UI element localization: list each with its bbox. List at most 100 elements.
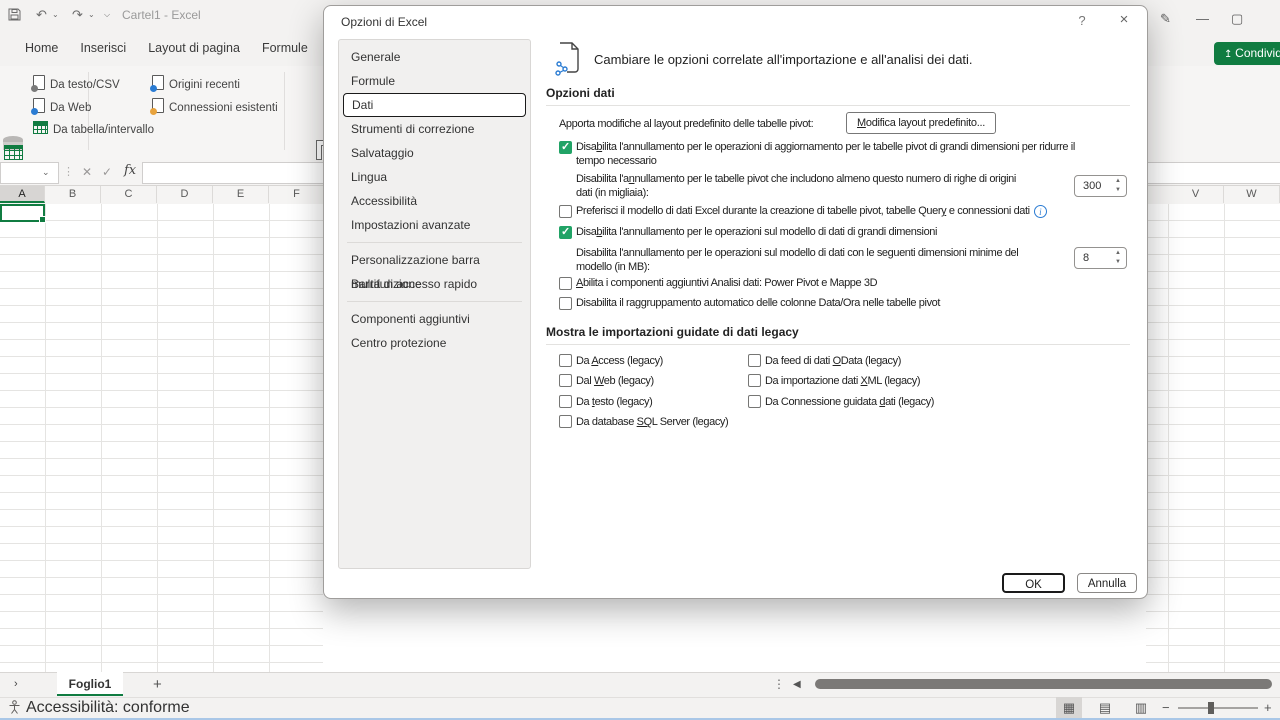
zoom-out-icon[interactable]: − — [1162, 697, 1170, 718]
spinner-value[interactable]: 300 — [1083, 176, 1101, 196]
column-header-v[interactable]: V — [1168, 186, 1224, 203]
selected-cell-a1[interactable] — [0, 204, 45, 222]
sidebar-item-impostazioni-avanzate[interactable]: Impostazioni avanzate — [339, 213, 530, 237]
checkbox-label: Disabilita il raggruppamento automatico … — [576, 296, 940, 310]
sidebar-item-lingua[interactable]: Lingua — [339, 165, 530, 189]
redo-dropdown-icon[interactable]: ⌄ — [88, 0, 95, 30]
spinner-up-icon[interactable]: ▲ — [1115, 249, 1121, 258]
legacy-option[interactable]: Dal Web (legacy) — [559, 372, 759, 392]
sheet-nav-icon[interactable]: › — [14, 672, 18, 697]
legacy-option[interactable]: Da feed di dati OData (legacy) — [748, 352, 1008, 372]
checkbox[interactable] — [559, 415, 572, 428]
horizontal-scrollbar[interactable] — [815, 679, 1272, 689]
checkbox-prefer-data-model[interactable] — [559, 205, 572, 218]
confirm-entry-icon[interactable]: ✓ — [102, 162, 112, 182]
legacy-option[interactable]: Da importazione dati XML (legacy) — [748, 372, 1008, 392]
checkbox-disable-undo-refresh[interactable] — [559, 141, 572, 154]
column-header-a[interactable]: A — [0, 186, 45, 203]
undo-icon[interactable]: ↶ — [36, 0, 47, 30]
checkbox[interactable] — [559, 395, 572, 408]
qat-customize-icon[interactable]: ⌵ — [104, 0, 110, 30]
data-model-size-spinner[interactable]: 8 ▲ ▼ — [1074, 247, 1127, 269]
name-box[interactable] — [0, 162, 59, 184]
column-header-b[interactable]: B — [45, 186, 101, 203]
page-layout-view-icon[interactable]: ▤ — [1092, 697, 1118, 718]
sidebar-item-formule[interactable]: Formule — [339, 69, 530, 93]
column-header-d[interactable]: D — [157, 186, 213, 203]
existing-connections-button[interactable]: Connessioni esistenti — [152, 98, 278, 114]
checkbox-disable-undo-data-model[interactable] — [559, 226, 572, 239]
checkbox[interactable] — [748, 395, 761, 408]
redo-icon[interactable]: ↷ — [72, 0, 83, 30]
sidebar-item-dati[interactable]: Dati — [343, 93, 526, 117]
spinner-up-icon[interactable]: ▲ — [1115, 177, 1121, 186]
legacy-option[interactable]: Da testo (legacy) — [559, 393, 759, 413]
zoom-in-icon[interactable]: + — [1264, 697, 1272, 718]
ribbon-tab-formule[interactable]: Formule — [262, 30, 308, 66]
maximize-icon[interactable]: ▢ — [1231, 10, 1243, 28]
from-web-button[interactable]: Da Web — [33, 98, 91, 114]
checkbox[interactable] — [748, 354, 761, 367]
zoom-slider-track[interactable] — [1178, 707, 1258, 709]
ok-button[interactable]: OK — [1002, 573, 1065, 593]
column-header-w[interactable]: W — [1224, 186, 1280, 203]
formula-bar-handle[interactable]: ⋮ — [63, 162, 74, 182]
from-table-range-button[interactable]: Da tabella/intervallo — [33, 121, 154, 136]
cancel-entry-icon[interactable]: ✕ — [82, 162, 92, 182]
normal-view-icon[interactable]: ▦ — [1056, 697, 1082, 718]
connections-icon — [152, 98, 164, 113]
sidebar-item-centro-protezione[interactable]: Centro protezione — [339, 331, 530, 355]
name-box-dropdown-icon[interactable]: ⌄ — [42, 162, 50, 182]
sidebar-divider — [347, 301, 522, 302]
column-header-c[interactable]: C — [101, 186, 157, 203]
zoom-slider-thumb[interactable] — [1208, 702, 1214, 714]
page-break-view-icon[interactable]: ▥ — [1128, 697, 1154, 718]
ribbon-tab-home[interactable]: Home — [25, 30, 58, 66]
checkbox-enable-data-analysis-addins[interactable] — [559, 277, 572, 290]
info-icon[interactable]: i — [1034, 205, 1047, 218]
sidebar-item-personalizzazione-barra-multifunzione[interactable]: Personalizzazione barra multifunzione — [339, 248, 530, 272]
status-bar — [0, 697, 1280, 719]
legacy-option[interactable]: Da Connessione guidata dati (legacy) — [748, 393, 1008, 413]
spinner-down-icon[interactable]: ▼ — [1115, 258, 1121, 267]
splitter-handle[interactable]: ⋮ — [773, 672, 785, 697]
legacy-option[interactable]: Da database SQL Server (legacy) — [559, 413, 759, 433]
checkbox-disable-datetime-grouping[interactable] — [559, 297, 572, 310]
add-sheet-button[interactable]: + — [153, 672, 162, 697]
pivot-rows-spinner[interactable]: 300 ▲ ▼ — [1074, 175, 1127, 197]
undo-dropdown-icon[interactable]: ⌄ — [52, 0, 59, 30]
scroll-left-icon[interactable]: ◀ — [793, 672, 801, 697]
dialog-close-button[interactable]: × — [1115, 11, 1133, 28]
checkbox[interactable] — [559, 374, 572, 387]
sidebar-item-barra-di-accesso-rapido[interactable]: Barra di accesso rapido — [339, 272, 530, 296]
worksheet-grid[interactable] — [1146, 204, 1280, 672]
checkbox[interactable] — [559, 354, 572, 367]
ribbon-tab-layout-di-pagina[interactable]: Layout di pagina — [148, 30, 240, 66]
checkbox[interactable] — [748, 374, 761, 387]
modify-default-layout-button[interactable]: Modifica layout predefinito... — [846, 112, 996, 134]
draw-icon[interactable]: ✎ — [1160, 10, 1171, 28]
insert-function-button[interactable]: fx — [124, 161, 136, 181]
column-header-e[interactable]: E — [213, 186, 269, 203]
share-button[interactable]: ↥ Condividi — [1214, 42, 1280, 65]
save-icon[interactable] — [8, 0, 21, 32]
worksheet-grid[interactable] — [0, 204, 323, 672]
spinner-value[interactable]: 8 — [1083, 248, 1089, 268]
sidebar-item-strumenti-di-correzione[interactable]: Strumenti di correzione — [339, 117, 530, 141]
sidebar-item-salvataggio[interactable]: Salvataggio — [339, 141, 530, 165]
ribbon-tab-inserisci[interactable]: Inserisci — [80, 30, 126, 66]
cancel-button[interactable]: Annulla — [1077, 573, 1137, 593]
dialog-help-button[interactable]: ? — [1074, 13, 1090, 28]
accessibility-status[interactable]: Accessibilità: conforme — [26, 697, 190, 718]
recent-sources-button[interactable]: Origini recenti — [152, 75, 240, 91]
sidebar-item-componenti-aggiuntivi[interactable]: Componenti aggiuntivi — [339, 307, 530, 331]
legacy-option[interactable]: Da Access (legacy) — [559, 352, 759, 372]
sheet-tab-foglio1[interactable]: Foglio1 — [57, 672, 123, 696]
from-text-csv-button[interactable]: Da testo/CSV — [33, 75, 120, 91]
minimize-icon[interactable]: — — [1196, 10, 1209, 28]
sidebar-item-accessibilità[interactable]: Accessibilità — [339, 189, 530, 213]
column-header-f[interactable]: F — [269, 186, 325, 203]
checkbox-label: Abilita i componenti aggiuntivi Analisi … — [576, 276, 877, 290]
spinner-down-icon[interactable]: ▼ — [1115, 186, 1121, 195]
sidebar-item-generale[interactable]: Generale — [339, 45, 530, 69]
